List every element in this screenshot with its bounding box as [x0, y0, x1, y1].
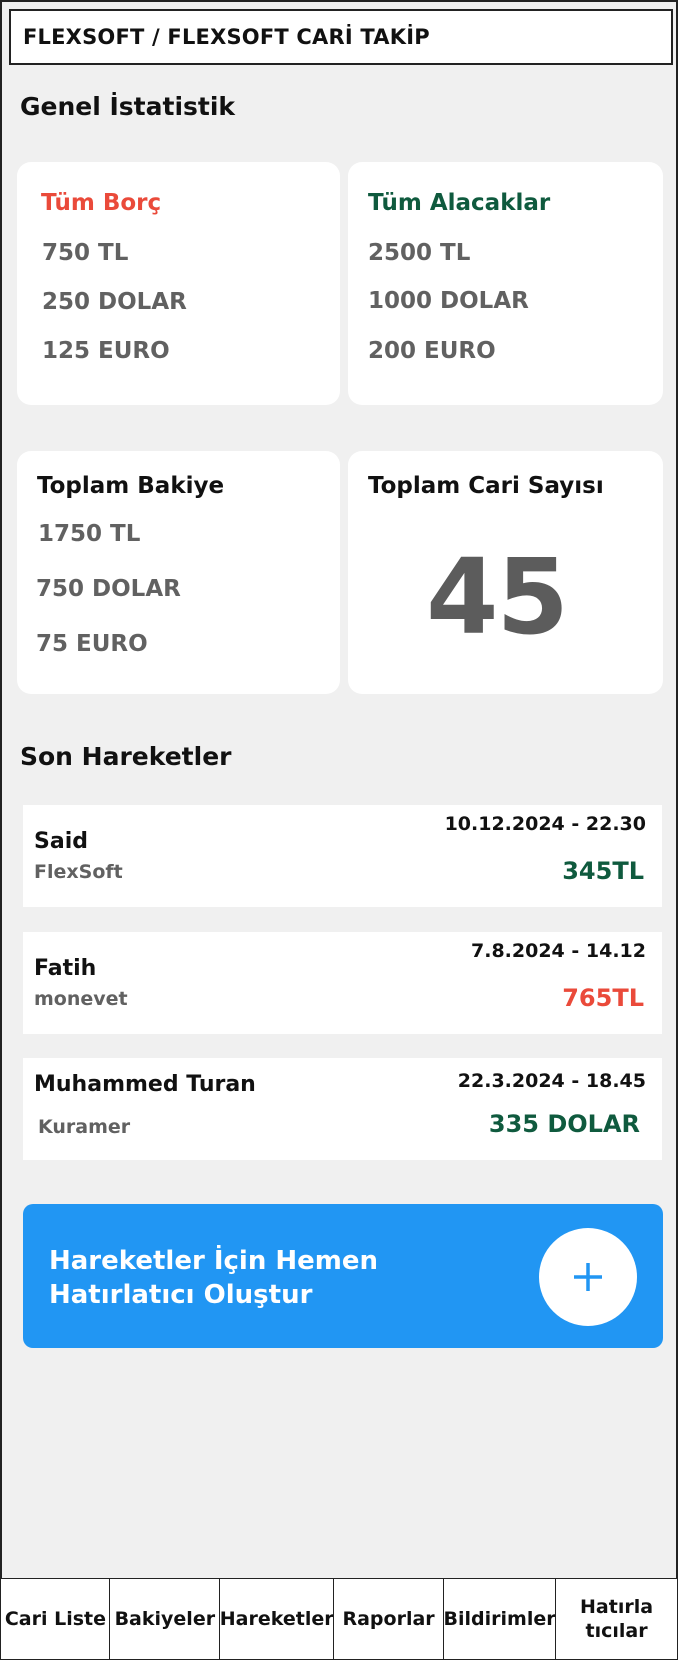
transaction-company: Kuramer — [38, 1116, 131, 1138]
nav-bakiyeler[interactable]: Bakiyeler — [109, 1578, 221, 1660]
add-reminder-button[interactable] — [539, 1228, 637, 1326]
transaction-amount: 765TL — [562, 984, 644, 1012]
accounts-count-title: Toplam Cari Sayısı — [368, 473, 604, 499]
transaction-row[interactable]: 7.8.2024 - 14.12 Fatih monevet 765TL — [23, 932, 662, 1034]
transaction-name: Said — [34, 829, 88, 854]
app-frame: FLEXSOFT / FLEXSOFT CARİ TAKİP Genel İst… — [0, 0, 678, 1660]
receivables-tl: 2500 TL — [368, 240, 471, 266]
receivables-card[interactable]: Tüm Alacaklar 2500 TL 1000 DOLAR 200 EUR… — [348, 162, 663, 405]
debts-euro: 125 EURO — [42, 338, 170, 364]
transaction-amount: 345TL — [562, 857, 644, 885]
nav-bildirimler[interactable]: Bildirimler — [442, 1578, 557, 1660]
balance-euro: 75 EURO — [36, 631, 148, 657]
transaction-row[interactable]: 10.12.2024 - 22.30 Said FlexSoft 345TL — [23, 805, 662, 907]
transaction-date: 22.3.2024 - 18.45 — [457, 1070, 646, 1092]
transaction-date: 10.12.2024 - 22.30 — [444, 813, 646, 835]
debts-card[interactable]: Tüm Borç 750 TL 250 DOLAR 125 EURO — [17, 162, 340, 405]
balance-card[interactable]: Toplam Bakiye 1750 TL 750 DOLAR 75 EURO — [17, 451, 340, 694]
transaction-date: 7.8.2024 - 14.12 — [471, 940, 646, 962]
transaction-name: Muhammed Turan — [34, 1072, 256, 1097]
transaction-name: Fatih — [34, 956, 97, 981]
nav-cari-liste[interactable]: Cari Liste — [0, 1578, 111, 1660]
recent-section-title: Son Hareketler — [20, 742, 232, 771]
nav-raporlar[interactable]: Raporlar — [333, 1578, 445, 1660]
plus-icon — [574, 1263, 602, 1291]
transaction-row[interactable]: 22.3.2024 - 18.45 Muhammed Turan Kuramer… — [23, 1058, 662, 1160]
transaction-amount: 335 DOLAR — [488, 1110, 640, 1138]
balance-tl: 1750 TL — [38, 521, 141, 547]
receivables-dollar: 1000 DOLAR — [368, 288, 529, 314]
bottom-nav: Cari Liste Bakiyeler Hareketler Raporlar… — [0, 1578, 678, 1660]
debts-dollar: 250 DOLAR — [42, 289, 187, 315]
nav-hareketler[interactable]: Hareketler — [218, 1578, 335, 1660]
reminder-text: Hareketler İçin Hemen Hatırlatıcı Oluştu… — [49, 1246, 379, 1310]
create-reminder-banner[interactable]: Hareketler İçin Hemen Hatırlatıcı Oluştu… — [23, 1204, 663, 1348]
receivables-title: Tüm Alacaklar — [368, 190, 551, 216]
nav-hatirlaticilar[interactable]: Hatırla tıcılar — [555, 1578, 678, 1660]
accounts-count-value: 45 — [426, 536, 569, 658]
stats-section-title: Genel İstatistik — [20, 92, 236, 121]
receivables-euro: 200 EURO — [368, 338, 496, 364]
app-title-bar: FLEXSOFT / FLEXSOFT CARİ TAKİP — [9, 9, 673, 65]
balance-dollar: 750 DOLAR — [36, 576, 181, 602]
page-title: FLEXSOFT / FLEXSOFT CARİ TAKİP — [23, 25, 430, 49]
debts-title: Tüm Borç — [41, 190, 162, 216]
balance-title: Toplam Bakiye — [37, 473, 225, 499]
transaction-company: FlexSoft — [34, 861, 123, 883]
accounts-count-card[interactable]: Toplam Cari Sayısı 45 — [348, 451, 663, 694]
debts-tl: 750 TL — [42, 240, 129, 266]
transaction-company: monevet — [34, 988, 128, 1010]
